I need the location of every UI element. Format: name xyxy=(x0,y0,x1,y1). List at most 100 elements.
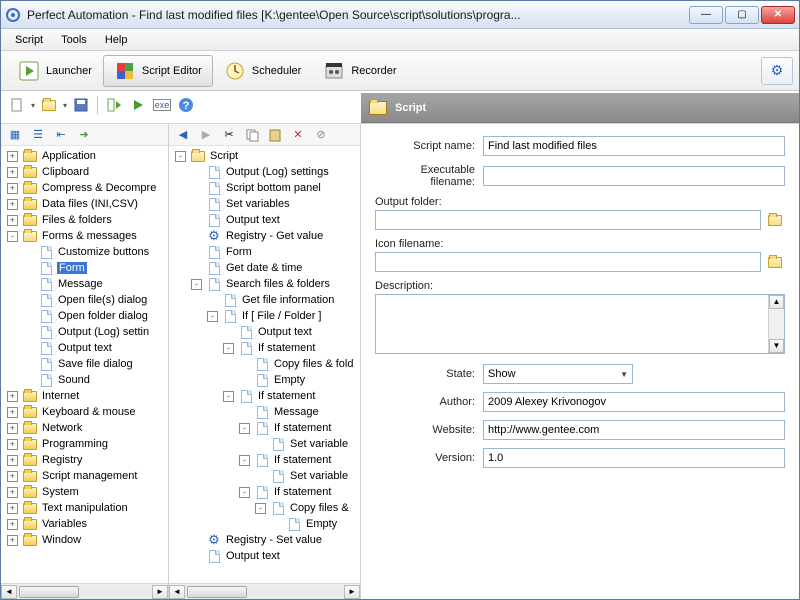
maximize-button[interactable]: ▢ xyxy=(725,6,759,24)
recorder-tab[interactable]: Recorder xyxy=(312,55,407,87)
expander-icon[interactable]: - xyxy=(191,279,202,290)
expander-icon[interactable]: + xyxy=(7,519,18,530)
expander-icon[interactable]: - xyxy=(239,455,250,466)
copy-icon[interactable] xyxy=(242,125,262,145)
mid-hscroll[interactable]: ◄► xyxy=(169,583,360,599)
tree-item[interactable]: -Search files & folders xyxy=(171,276,358,292)
tree-item[interactable]: -Script xyxy=(171,148,358,164)
cut-icon[interactable]: ✂ xyxy=(219,125,239,145)
new-file-icon[interactable] xyxy=(7,95,27,115)
collapse-icon[interactable]: ⇤ xyxy=(51,125,71,145)
tree-item[interactable]: +Programming xyxy=(3,436,166,452)
tree-item[interactable]: -Forms & messages xyxy=(3,228,166,244)
scheduler-tab[interactable]: Scheduler xyxy=(213,55,313,87)
tree-item[interactable]: Output text xyxy=(171,212,358,228)
tree-item[interactable]: +Registry xyxy=(3,452,166,468)
expander-icon[interactable]: - xyxy=(223,343,234,354)
website-input[interactable]: http://www.gentee.com xyxy=(483,420,785,440)
tree-item[interactable]: +Clipboard xyxy=(3,164,166,180)
tree-item[interactable]: +Window xyxy=(3,532,166,548)
tree-item[interactable]: +Data files (INI,CSV) xyxy=(3,196,166,212)
tree-item[interactable]: Copy files & fold xyxy=(171,356,358,372)
tree-item[interactable]: Get date & time xyxy=(171,260,358,276)
expander-icon[interactable]: + xyxy=(7,423,18,434)
tree-item[interactable]: Message xyxy=(3,276,166,292)
expander-icon[interactable]: + xyxy=(7,183,18,194)
tree-item[interactable]: Get file information xyxy=(171,292,358,308)
left-hscroll[interactable]: ◄► xyxy=(1,583,168,599)
close-button[interactable]: ✕ xyxy=(761,6,795,24)
expander-icon[interactable]: + xyxy=(7,503,18,514)
description-vscroll[interactable]: ▲▼ xyxy=(768,295,784,353)
tree-item[interactable]: Empty xyxy=(171,372,358,388)
tree-item[interactable]: +Keyboard & mouse xyxy=(3,404,166,420)
menu-script[interactable]: Script xyxy=(7,32,51,48)
tree-item[interactable]: Output (Log) settings xyxy=(171,164,358,180)
expander-icon[interactable]: - xyxy=(255,503,266,514)
tree-item[interactable]: Form xyxy=(3,260,166,276)
tree-item[interactable]: +System xyxy=(3,484,166,500)
tree-item[interactable]: +Variables xyxy=(3,516,166,532)
delete-icon[interactable]: ✕ xyxy=(288,125,308,145)
script-tree[interactable]: -ScriptOutput (Log) settingsScript botto… xyxy=(169,146,360,583)
tree-item[interactable]: Empty xyxy=(171,516,358,532)
minimize-button[interactable]: — xyxy=(689,6,723,24)
author-input[interactable]: 2009 Alexey Krivonogov xyxy=(483,392,785,412)
tree-item[interactable]: +Files & folders xyxy=(3,212,166,228)
tree-item[interactable]: Set variables xyxy=(171,196,358,212)
expander-icon[interactable]: + xyxy=(7,487,18,498)
expander-icon[interactable]: + xyxy=(7,167,18,178)
tree-item[interactable]: Output text xyxy=(171,324,358,340)
tree-item[interactable]: +Network xyxy=(3,420,166,436)
tree-item[interactable]: Open folder dialog xyxy=(3,308,166,324)
nav-fwd-icon[interactable]: ▶ xyxy=(196,125,216,145)
exe-name-input[interactable] xyxy=(483,166,785,186)
expander-icon[interactable]: + xyxy=(7,151,18,162)
tree-item[interactable]: ⚙Registry - Get value xyxy=(171,228,358,244)
open-folder-icon[interactable] xyxy=(39,95,59,115)
expander-icon[interactable]: + xyxy=(7,535,18,546)
tree-item[interactable]: Form xyxy=(171,244,358,260)
list-icon[interactable]: ☰ xyxy=(28,125,48,145)
expander-icon[interactable]: + xyxy=(7,215,18,226)
script-name-input[interactable]: Find last modified files xyxy=(483,136,785,156)
menu-tools[interactable]: Tools xyxy=(53,32,95,48)
tree-item[interactable]: Message xyxy=(171,404,358,420)
tree-item[interactable]: Output text xyxy=(3,340,166,356)
tree-item[interactable]: +Internet xyxy=(3,388,166,404)
insert-icon[interactable]: ➜ xyxy=(74,125,94,145)
tree-item[interactable]: Output text xyxy=(171,548,358,564)
description-input[interactable]: ▲▼ xyxy=(375,294,785,354)
paste-icon[interactable] xyxy=(265,125,285,145)
tree-item[interactable]: -If statement xyxy=(171,388,358,404)
expander-icon[interactable]: + xyxy=(7,407,18,418)
expander-icon[interactable]: + xyxy=(7,455,18,466)
tree-item[interactable]: -If statement xyxy=(171,340,358,356)
expander-icon[interactable]: + xyxy=(7,471,18,482)
state-select[interactable]: Show▼ xyxy=(483,364,633,384)
expander-icon[interactable]: - xyxy=(239,423,250,434)
expander-icon[interactable]: - xyxy=(7,231,18,242)
expander-icon[interactable]: + xyxy=(7,391,18,402)
tree-item[interactable]: -If statement xyxy=(171,484,358,500)
expander-icon[interactable]: + xyxy=(7,439,18,450)
save-icon[interactable] xyxy=(71,95,91,115)
grid-icon[interactable]: ▦ xyxy=(5,125,25,145)
icon-filename-browse[interactable] xyxy=(765,253,785,271)
run-icon[interactable] xyxy=(128,95,148,115)
tree-item[interactable]: -If statement xyxy=(171,452,358,468)
expander-icon[interactable]: - xyxy=(175,151,186,162)
nav-back-icon[interactable]: ◀ xyxy=(173,125,193,145)
tree-item[interactable]: -If statement xyxy=(171,420,358,436)
version-input[interactable]: 1.0 xyxy=(483,448,785,468)
tree-item[interactable]: +Script management xyxy=(3,468,166,484)
script-editor-tab[interactable]: Script Editor xyxy=(103,55,213,87)
tree-item[interactable]: Sound xyxy=(3,372,166,388)
icon-filename-input[interactable] xyxy=(375,252,761,272)
output-folder-input[interactable] xyxy=(375,210,761,230)
output-folder-browse[interactable] xyxy=(765,211,785,229)
tree-item[interactable]: Set variable xyxy=(171,436,358,452)
menu-help[interactable]: Help xyxy=(97,32,136,48)
launcher-tab[interactable]: Launcher xyxy=(7,55,103,87)
tree-item[interactable]: -If [ File / Folder ] xyxy=(171,308,358,324)
